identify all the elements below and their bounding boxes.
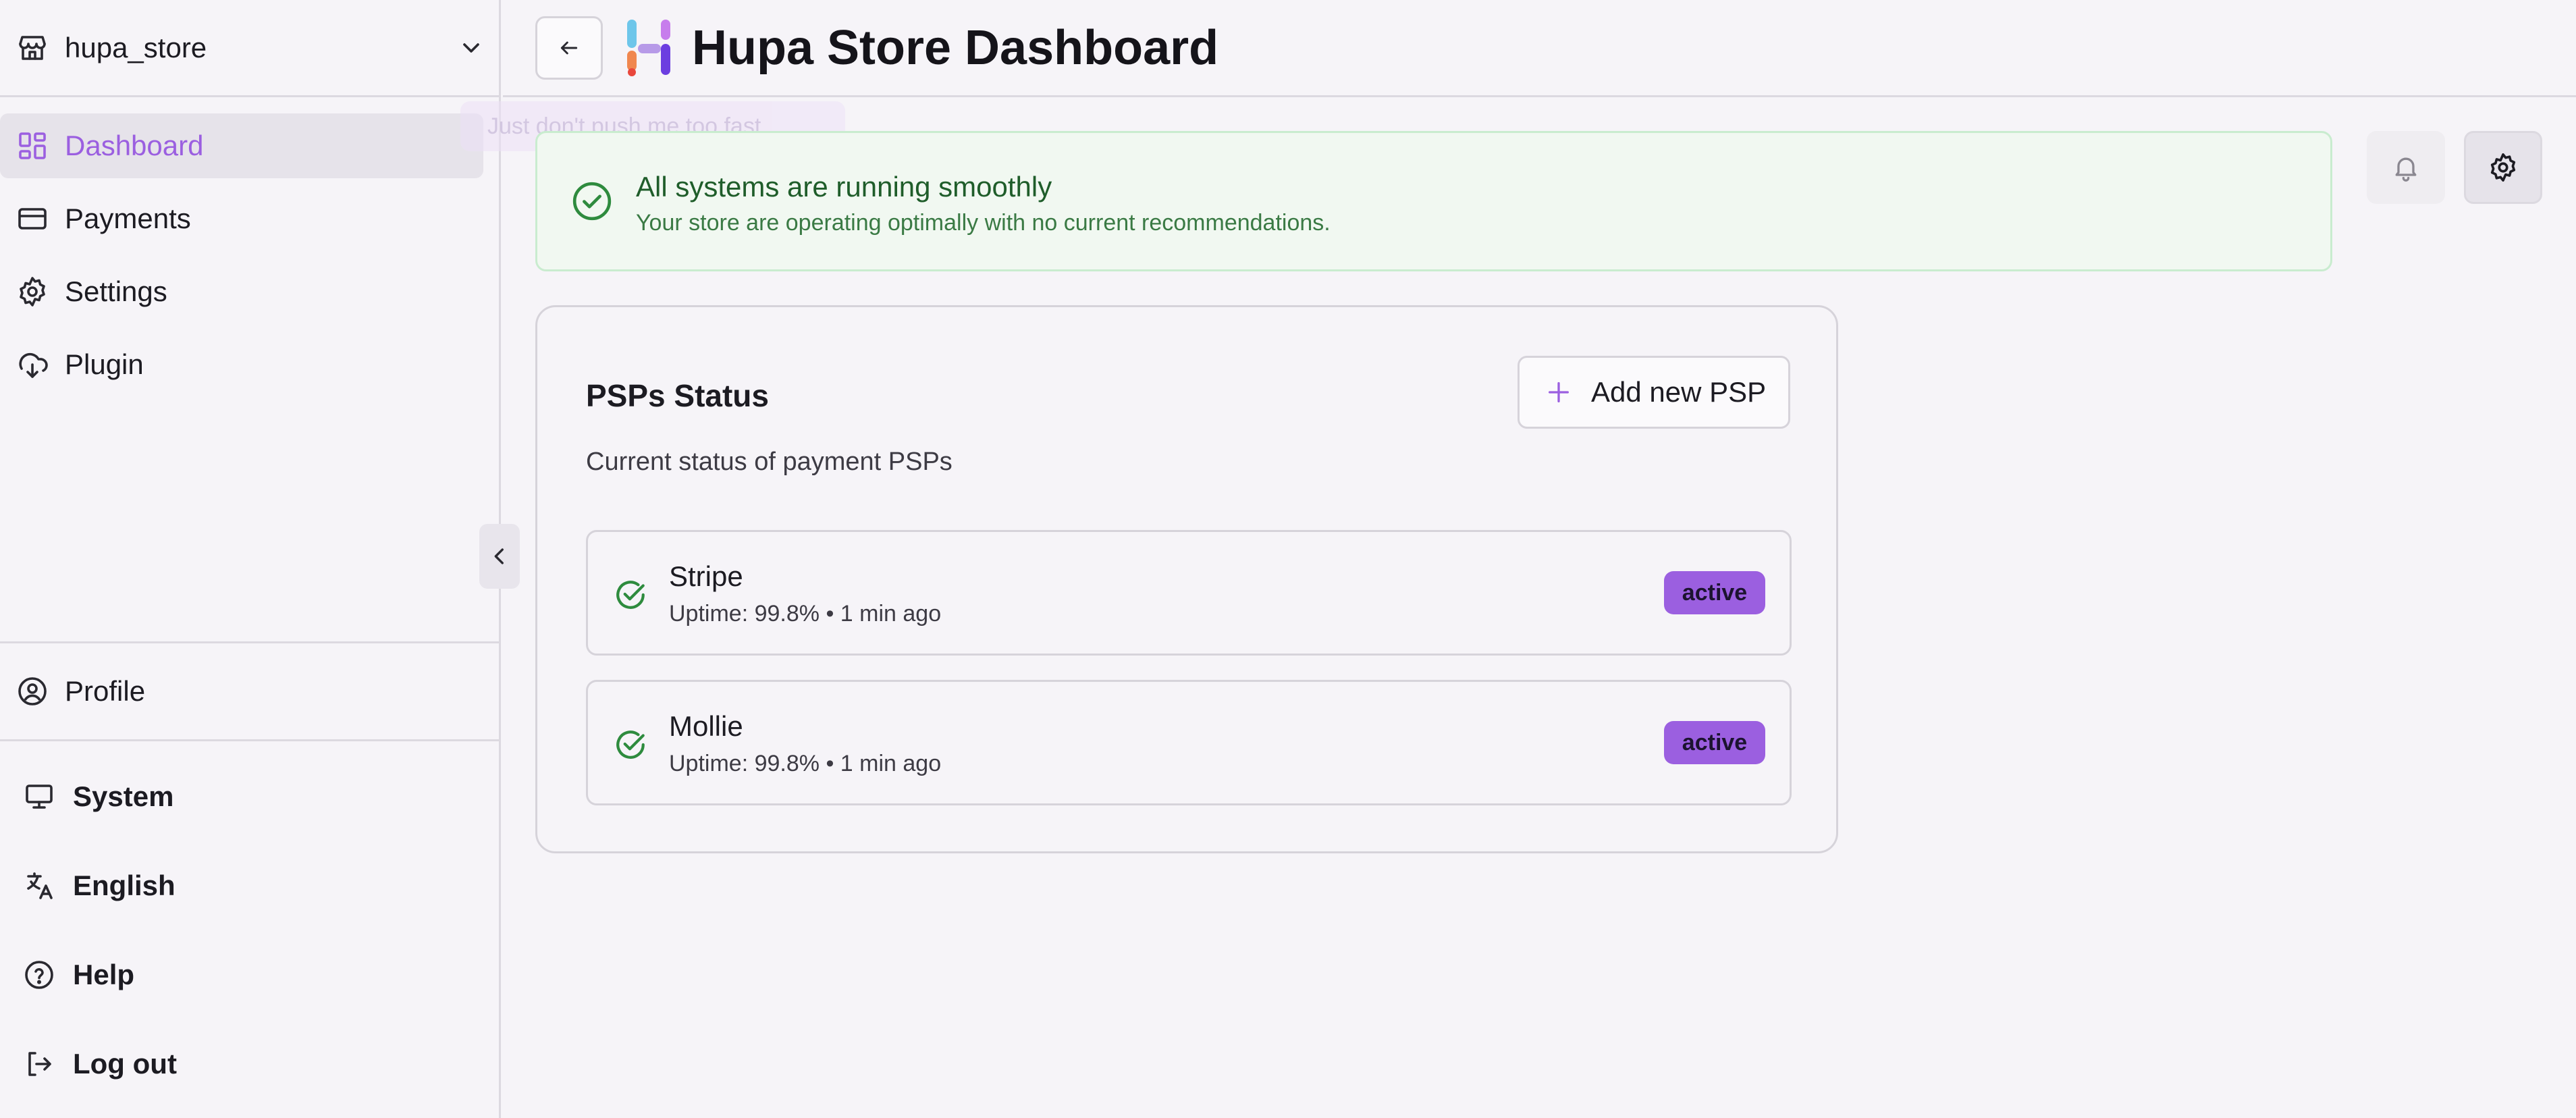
system-status-banner: All systems are running smoothly Your st… bbox=[535, 131, 2332, 271]
sidebar-item-dashboard[interactable]: Dashboard bbox=[0, 113, 483, 178]
sidebar-item-label: English bbox=[73, 870, 176, 901]
check-circle-icon bbox=[571, 180, 613, 222]
sidebar-item-label: Dashboard bbox=[65, 130, 204, 161]
credit-card-icon bbox=[16, 203, 49, 235]
chevron-down-icon bbox=[458, 34, 485, 61]
logout-icon bbox=[23, 1048, 55, 1080]
psp-uptime: Uptime: 99.8% • 1 min ago bbox=[669, 751, 942, 776]
plus-icon bbox=[1545, 379, 1572, 406]
sidebar-item-label: Log out bbox=[73, 1048, 177, 1080]
store-name: hupa_store bbox=[65, 31, 207, 63]
sidebar-item-profile[interactable]: Profile bbox=[0, 641, 501, 741]
back-button[interactable] bbox=[535, 16, 603, 80]
psp-name: Mollie bbox=[669, 710, 743, 742]
check-circle-icon bbox=[614, 728, 647, 762]
main-nav: Dashboard Payments Settings Plugin bbox=[0, 113, 501, 405]
card-description: Current status of payment PSPs bbox=[586, 448, 952, 476]
banner-subtitle: Your store are operating optimally with … bbox=[636, 210, 1331, 236]
store-icon bbox=[16, 32, 49, 64]
psp-uptime: Uptime: 99.8% • 1 min ago bbox=[669, 601, 942, 627]
arrow-left-icon bbox=[558, 37, 580, 59]
user-circle-icon bbox=[16, 675, 49, 708]
bell-icon bbox=[2391, 153, 2421, 182]
psp-name: Stripe bbox=[669, 560, 743, 592]
card-title: PSPs Status bbox=[586, 378, 769, 413]
psp-status-card: PSPs Status Current status of payment PS… bbox=[535, 305, 1838, 853]
hupa-logo bbox=[624, 19, 673, 76]
notifications-button[interactable] bbox=[2367, 131, 2445, 204]
sidebar-item-settings[interactable]: Settings bbox=[0, 259, 483, 324]
store-selector[interactable]: hupa_store bbox=[0, 0, 501, 97]
psp-row-mollie[interactable]: Mollie Uptime: 99.8% • 1 min ago active bbox=[586, 680, 1792, 805]
add-psp-label: Add new PSP bbox=[1591, 376, 1767, 408]
banner-title: All systems are running smoothly bbox=[636, 171, 1052, 203]
sidebar-item-plugin[interactable]: Plugin bbox=[0, 332, 483, 397]
sidebar-item-label: Help bbox=[73, 959, 135, 990]
help-circle-icon bbox=[23, 959, 55, 991]
psp-row-stripe[interactable]: Stripe Uptime: 99.8% • 1 min ago active bbox=[586, 530, 1792, 656]
page-title: Hupa Store Dashboard bbox=[692, 20, 1219, 75]
sidebar-item-logout[interactable]: Log out bbox=[0, 1019, 501, 1109]
monitor-icon bbox=[23, 780, 55, 813]
status-badge: active bbox=[1664, 721, 1765, 764]
plugin-download-icon bbox=[16, 348, 49, 381]
settings-button[interactable] bbox=[2464, 131, 2542, 204]
sidebar-item-label: Settings bbox=[65, 275, 167, 307]
sidebar-item-label: System bbox=[73, 780, 174, 812]
sidebar-item-label: Plugin bbox=[65, 348, 144, 380]
sidebar-collapse-button[interactable] bbox=[479, 524, 520, 589]
sidebar-item-label: Payments bbox=[65, 203, 191, 234]
dashboard-icon bbox=[16, 130, 49, 162]
chevron-left-icon bbox=[488, 545, 511, 568]
bottom-nav: System English Help Log out bbox=[0, 752, 501, 1109]
sidebar-item-help[interactable]: Help bbox=[0, 930, 501, 1019]
gear-icon bbox=[2488, 152, 2519, 183]
translate-icon bbox=[23, 870, 55, 902]
gear-icon bbox=[16, 275, 49, 308]
check-circle-icon bbox=[614, 578, 647, 612]
add-psp-button[interactable]: Add new PSP bbox=[1518, 356, 1790, 429]
sidebar-item-language[interactable]: English bbox=[0, 841, 501, 930]
sidebar-item-label: Profile bbox=[65, 675, 146, 707]
status-badge: active bbox=[1664, 571, 1765, 614]
page-header: Hupa Store Dashboard bbox=[503, 0, 2576, 97]
sidebar: hupa_store Dashboard Payments Settings P… bbox=[0, 0, 520, 1118]
sidebar-item-payments[interactable]: Payments bbox=[0, 186, 483, 251]
sidebar-item-system[interactable]: System bbox=[0, 752, 501, 841]
